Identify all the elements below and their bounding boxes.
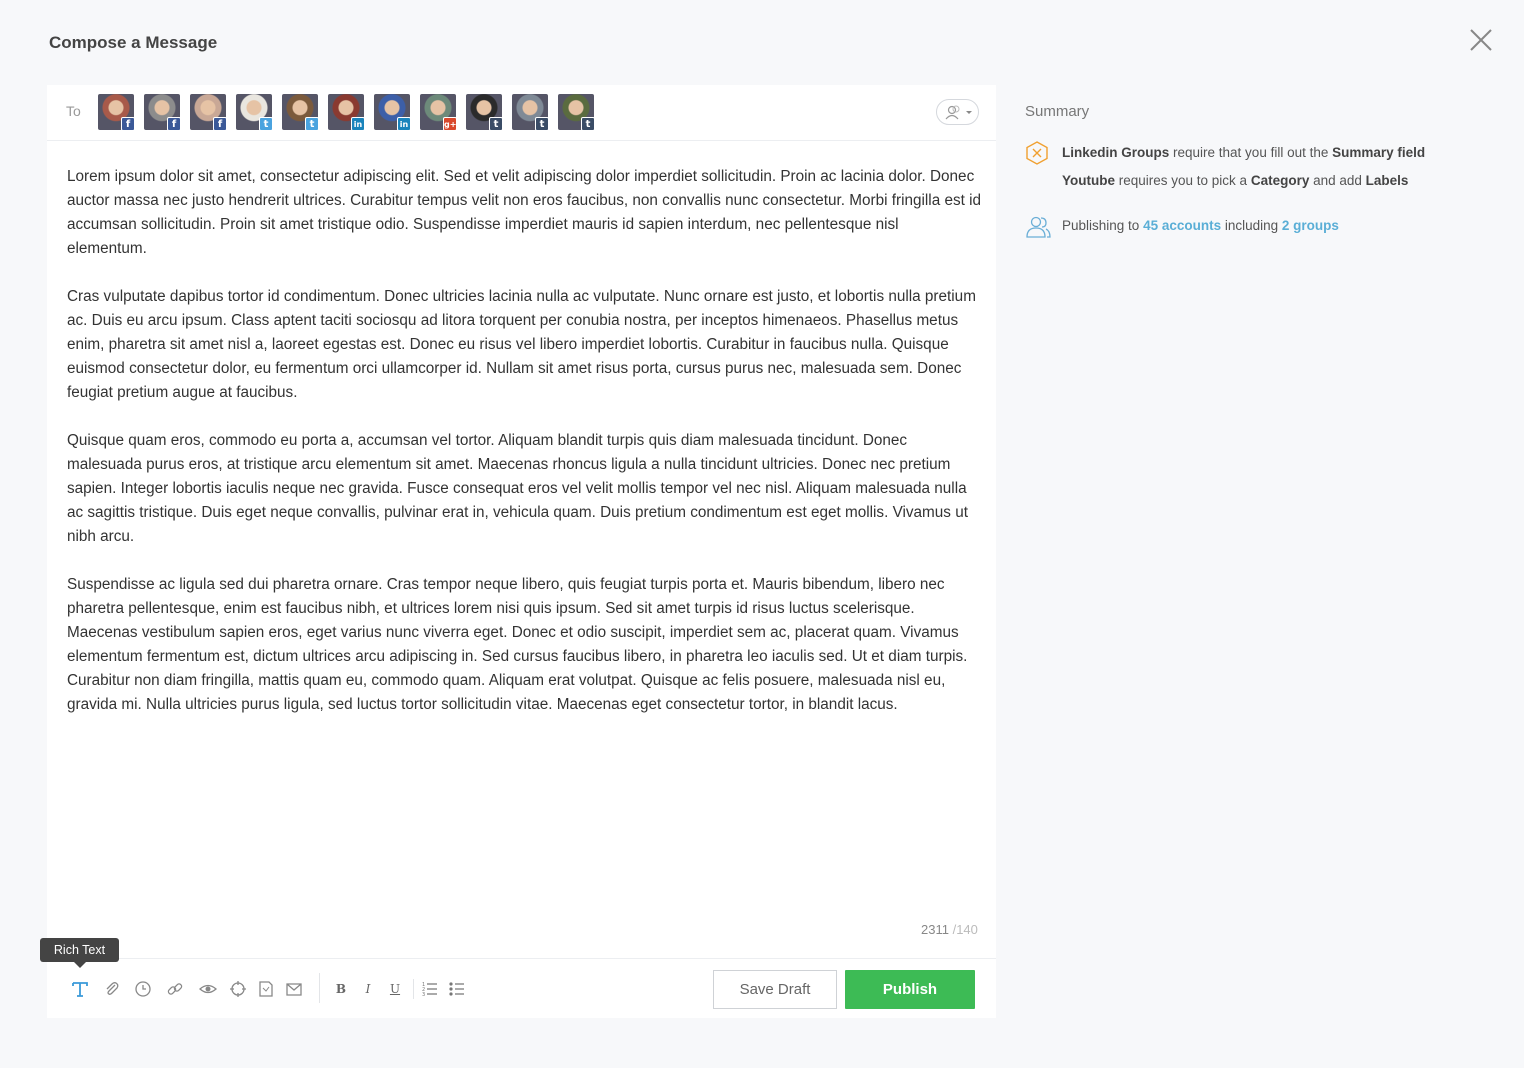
rich-text-icon[interactable] (70, 979, 90, 999)
attachment-icon[interactable] (102, 979, 122, 999)
recipient-avatar[interactable]: in (374, 94, 411, 131)
message-paragraph: Quisque quam eros, commodo eu porta a, a… (67, 432, 968, 545)
bullet-list-icon[interactable] (447, 979, 467, 999)
recipient-avatar[interactable]: f (144, 94, 181, 131)
requirement-text: require that you fill out the (1169, 145, 1333, 160)
network-name: Linkedin Groups (1062, 145, 1170, 160)
recipient-avatar[interactable]: t (558, 94, 595, 131)
recipient-avatar[interactable]: f (190, 94, 227, 131)
required-field: Summary field (1332, 145, 1426, 160)
editor-toolbar: B I U 1 2 3 Save Draft Publish (47, 958, 996, 1018)
tumblr-icon: t (581, 117, 595, 131)
summary-title: Summary (1025, 103, 1090, 120)
message-paragraph: Lorem ipsum dolor sit amet, consectetur … (67, 168, 982, 257)
recipient-avatar[interactable]: g+ (420, 94, 457, 131)
people-icon (945, 105, 972, 120)
publishing-prefix: Publishing to (1062, 218, 1144, 233)
character-counter: 2311 /140 (921, 922, 978, 937)
recipient-avatar[interactable]: t (282, 94, 319, 131)
recipient-avatar[interactable]: f (98, 94, 135, 131)
publishing-middle: including (1221, 218, 1282, 233)
save-draft-button[interactable]: Save Draft (713, 970, 837, 1009)
summary-youtube-requirement: Youtube requires you to pick a Category … (1062, 171, 1408, 191)
message-paragraph: Suspendisse ac ligula sed dui pharetra o… (67, 576, 968, 713)
tumblr-icon: t (535, 117, 549, 131)
target-icon[interactable] (228, 979, 248, 999)
recipient-avatar[interactable]: t (466, 94, 503, 131)
link-icon[interactable] (165, 979, 185, 999)
recipients-row: To f f f t t in in g+ t t t (47, 85, 996, 141)
recipient-avatars: f f f t t in in g+ t t t (98, 94, 604, 131)
to-label: To (66, 103, 81, 119)
recipient-avatar[interactable]: t (236, 94, 273, 131)
network-name: Youtube (1062, 173, 1115, 188)
schedule-clock-icon[interactable] (133, 979, 153, 999)
summary-publishing-info: Publishing to 45 accounts including 2 gr… (1062, 216, 1339, 236)
twitter-icon: t (259, 117, 273, 131)
recipient-groups-button[interactable] (936, 99, 979, 125)
page-title: Compose a Message (49, 33, 218, 52)
inbox-icon[interactable] (284, 979, 304, 999)
close-icon[interactable] (1468, 27, 1494, 53)
summary-linkedin-requirement: Linkedin Groups require that you fill ou… (1062, 143, 1425, 163)
italic-button[interactable]: I (358, 979, 378, 999)
compose-panel: To f f f t t in in g+ t t t Lorem ipsum dolor sit … (47, 85, 996, 1018)
bold-button[interactable]: B (331, 979, 351, 999)
facebook-icon: f (213, 117, 227, 131)
underline-button[interactable]: U (385, 979, 405, 999)
numbered-list-icon[interactable]: 1 2 3 (420, 979, 440, 999)
googleplus-icon: g+ (443, 117, 457, 131)
message-body[interactable]: Lorem ipsum dolor sit amet, consectetur … (67, 165, 982, 741)
required-field: Category (1250, 173, 1310, 188)
requirement-text: and add (1309, 173, 1366, 188)
tumblr-icon: t (489, 117, 503, 131)
linkedin-icon: in (397, 117, 411, 131)
facebook-icon: f (167, 117, 181, 131)
svg-text:3: 3 (422, 992, 425, 998)
rich-text-tooltip: Rich Text (40, 938, 119, 968)
warning-hexagon-icon (1024, 140, 1050, 166)
people-group-icon (1025, 214, 1051, 240)
toolbar-divider (319, 973, 320, 1003)
note-icon[interactable] (256, 979, 276, 999)
facebook-icon: f (121, 117, 135, 131)
recipient-avatar[interactable]: t (512, 94, 549, 131)
groups-link[interactable]: 2 groups (1282, 218, 1339, 233)
preview-eye-icon[interactable] (198, 979, 218, 999)
requirement-text: requires you to pick a (1115, 173, 1251, 188)
message-paragraph: Cras vulputate dapibus tortor id condime… (67, 288, 976, 401)
toolbar-divider (413, 979, 414, 999)
char-limit: /140 (952, 922, 978, 937)
char-count: 2311 (921, 922, 949, 937)
twitter-icon: t (305, 117, 319, 131)
linkedin-icon: in (351, 117, 365, 131)
publish-button[interactable]: Publish (845, 970, 975, 1009)
required-field: Labels (1365, 173, 1409, 188)
accounts-link[interactable]: 45 accounts (1143, 218, 1221, 233)
recipient-avatar[interactable]: in (328, 94, 365, 131)
